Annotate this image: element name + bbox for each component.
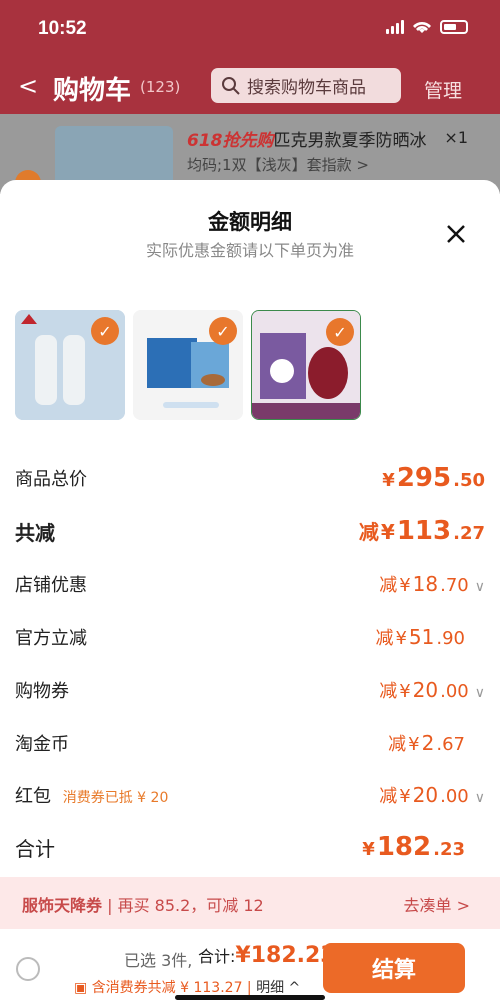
official-discount-label: 官方立减 [15,628,87,649]
search-input[interactable]: 搜索购物车商品 [211,68,401,103]
sum-label: 合计 [15,836,55,861]
row-coupon[interactable]: 购物券 减 ¥20.00 ∨ [15,677,485,703]
product-thumb-almond-tea[interactable]: ✓ [133,310,243,420]
cart-header: < 购物车 (123) 搜索购物车商品 管理 [0,58,500,114]
check-icon: ✓ [209,317,237,345]
select-all-radio[interactable] [16,957,40,981]
discount-summary[interactable]: ▣ 含消费券共减 ¥ 113.27 | 明细 ^ [74,977,300,997]
red-packet-note: 消费券已抵 ¥ 20 [62,790,169,806]
shop-discount-value: 减 ¥18.70 ∨ [379,572,485,596]
coupon-icon: ▣ [74,980,92,996]
add-items-link[interactable]: 去凑单 > [404,892,471,916]
sheet-title: 金额明细 [208,210,292,234]
row-official-discount: 官方立减 减 ¥51.90 [15,624,485,650]
signal-icon [386,20,404,34]
status-time: 10:52 [38,18,87,39]
total-price-value: ¥295.50 [382,463,485,493]
check-icon: ✓ [91,317,119,345]
product-thumb-rose-tea[interactable]: ✓ [251,310,361,420]
search-placeholder: 搜索购物车商品 [247,78,366,98]
coupon-label: 购物券 [15,681,69,702]
status-bar: 10:52 [0,0,500,58]
row-total-discount: 共减 减 ¥113.27 [15,516,485,546]
sheet-subtitle: 实际优惠金额请以下单页为准 [145,241,354,260]
official-discount-value: 减 ¥51.90 [375,625,465,649]
gold-coin-value: 减 ¥2.67 [388,731,465,755]
promo-bar[interactable]: 服饰天降券 | 再买 85.2，可减 12 去凑单 > [0,877,500,929]
battery-icon [440,20,468,34]
total-price-label: 商品总价 [15,469,87,490]
total-discount-label: 共减 [15,520,55,545]
total-amount: 合计:¥182.23 [198,943,336,968]
close-icon[interactable] [442,220,470,248]
row-shop-discount[interactable]: 店铺优惠 减 ¥18.70 ∨ [15,571,485,597]
search-icon [222,76,240,95]
item-qty: ×1 [444,128,468,147]
gold-coin-label: 淘金币 [15,734,69,755]
bottom-checkout-bar: 已选 3件, 合计:¥182.23 ▣ 含消费券共减 ¥ 113.27 | 明细… [0,929,500,1006]
manage-button[interactable]: 管理 [424,76,462,103]
wifi-icon [413,21,431,33]
product-thumbnails: ✓ ✓ ✓ [15,310,361,420]
promo-text: 服饰天降券 | 再买 85.2，可减 12 [22,896,264,915]
detail-toggle[interactable]: 明细 ^ [256,980,300,996]
status-icons [386,20,468,34]
row-total-price: 商品总价 ¥295.50 [15,463,485,493]
red-packet-label: 红包 消费券已抵 ¥ 20 [15,786,169,807]
cart-count: (123) [140,78,181,96]
total-discount-value: 减 ¥113.27 [358,516,485,546]
page-title: 购物车 [53,76,132,106]
chevron-down-icon: ∨ [474,790,485,806]
shop-discount-label: 店铺优惠 [15,575,87,596]
item-name: 匹克男款夏季防晒冰 [273,131,427,151]
coupon-value: 减 ¥20.00 ∨ [379,678,485,702]
row-sum: 合计 ¥182.23 [15,832,485,862]
item-sku: 均码;1双【浅灰】套指款 > [187,156,369,174]
item-title: 618抢先购匹克男款夏季防晒冰 [187,126,427,151]
chevron-down-icon: ∨ [474,579,485,595]
chevron-down-icon: ∨ [474,685,485,701]
check-icon: ✓ [326,318,354,346]
row-red-packet[interactable]: 红包 消费券已抵 ¥ 20 减 ¥20.00 ∨ [15,782,485,808]
sum-value: ¥182.23 [362,832,465,862]
selected-count: 已选 3件, [124,951,193,970]
promo-tag: 618抢先购 [187,131,274,151]
checkout-button[interactable]: 结算 [323,943,465,993]
product-thumb-sleeves[interactable]: ✓ [15,310,125,420]
row-gold-coin: 淘金币 减 ¥2.67 [15,730,485,756]
back-arrow-icon[interactable]: < [18,72,38,100]
home-indicator [175,995,325,1000]
red-packet-value: 减 ¥20.00 ∨ [379,783,485,807]
